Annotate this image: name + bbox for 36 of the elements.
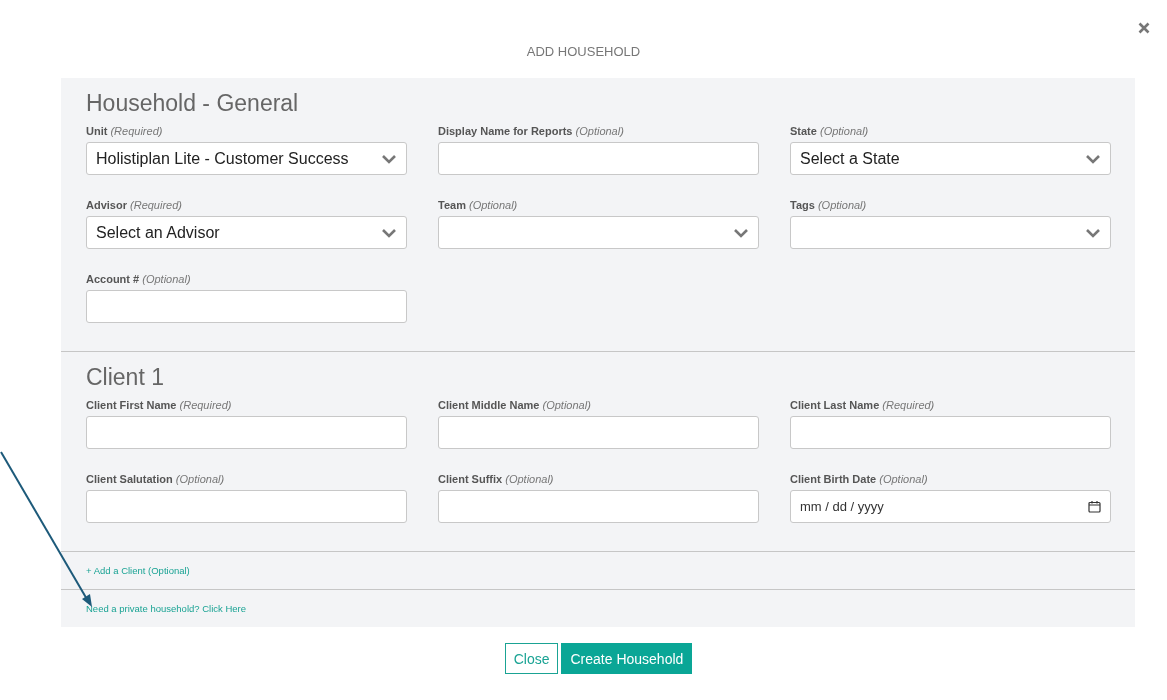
field-label: Client Middle Name (Optional) (438, 399, 592, 412)
select-field[interactable] (438, 216, 759, 249)
field-label: State (Optional) (790, 125, 870, 138)
date-field[interactable]: mm / dd / yyyy (790, 490, 1111, 523)
input-field[interactable] (86, 490, 407, 523)
chevron-down-icon (1085, 153, 1101, 164)
select-field[interactable]: Select an Advisor (86, 216, 407, 249)
input-field[interactable] (438, 142, 759, 175)
input-field[interactable] (438, 416, 759, 449)
chevron-down-icon (1085, 227, 1101, 238)
field-label: Tags (Optional) (790, 199, 868, 212)
chevron-down-icon (381, 153, 397, 164)
dialog-title: ADD HOUSEHOLD (525, 43, 642, 61)
select-field[interactable] (790, 216, 1111, 249)
field-label: Team (Optional) (438, 199, 519, 212)
field-label: Client Salutation (Optional) (86, 473, 226, 486)
field-label: Client Last Name (Required) (790, 399, 936, 412)
input-field[interactable] (86, 416, 407, 449)
input-field[interactable] (790, 416, 1111, 449)
field-label: Display Name for Reports (Optional) (438, 125, 625, 138)
select-field[interactable]: Select a State (790, 142, 1111, 175)
section-heading: Household - General (86, 90, 300, 117)
field-label: Unit (Required) (86, 125, 164, 138)
section-heading: Client 1 (86, 364, 165, 391)
chevron-down-icon (381, 227, 397, 238)
input-field[interactable] (86, 290, 407, 323)
field-label: Account # (Optional) (86, 273, 192, 286)
select-field[interactable]: Holistiplan Lite - Customer Success (86, 142, 407, 175)
close-icon[interactable] (1138, 22, 1150, 34)
chevron-down-icon (733, 227, 749, 238)
field-label: Advisor (Required) (86, 199, 183, 212)
field-label: Client First Name (Required) (86, 399, 233, 412)
calendar-icon (1088, 500, 1101, 513)
field-label: Client Birth Date (Optional) (790, 473, 929, 486)
input-field[interactable] (438, 490, 759, 523)
field-label: Client Suffix (Optional) (438, 473, 555, 486)
